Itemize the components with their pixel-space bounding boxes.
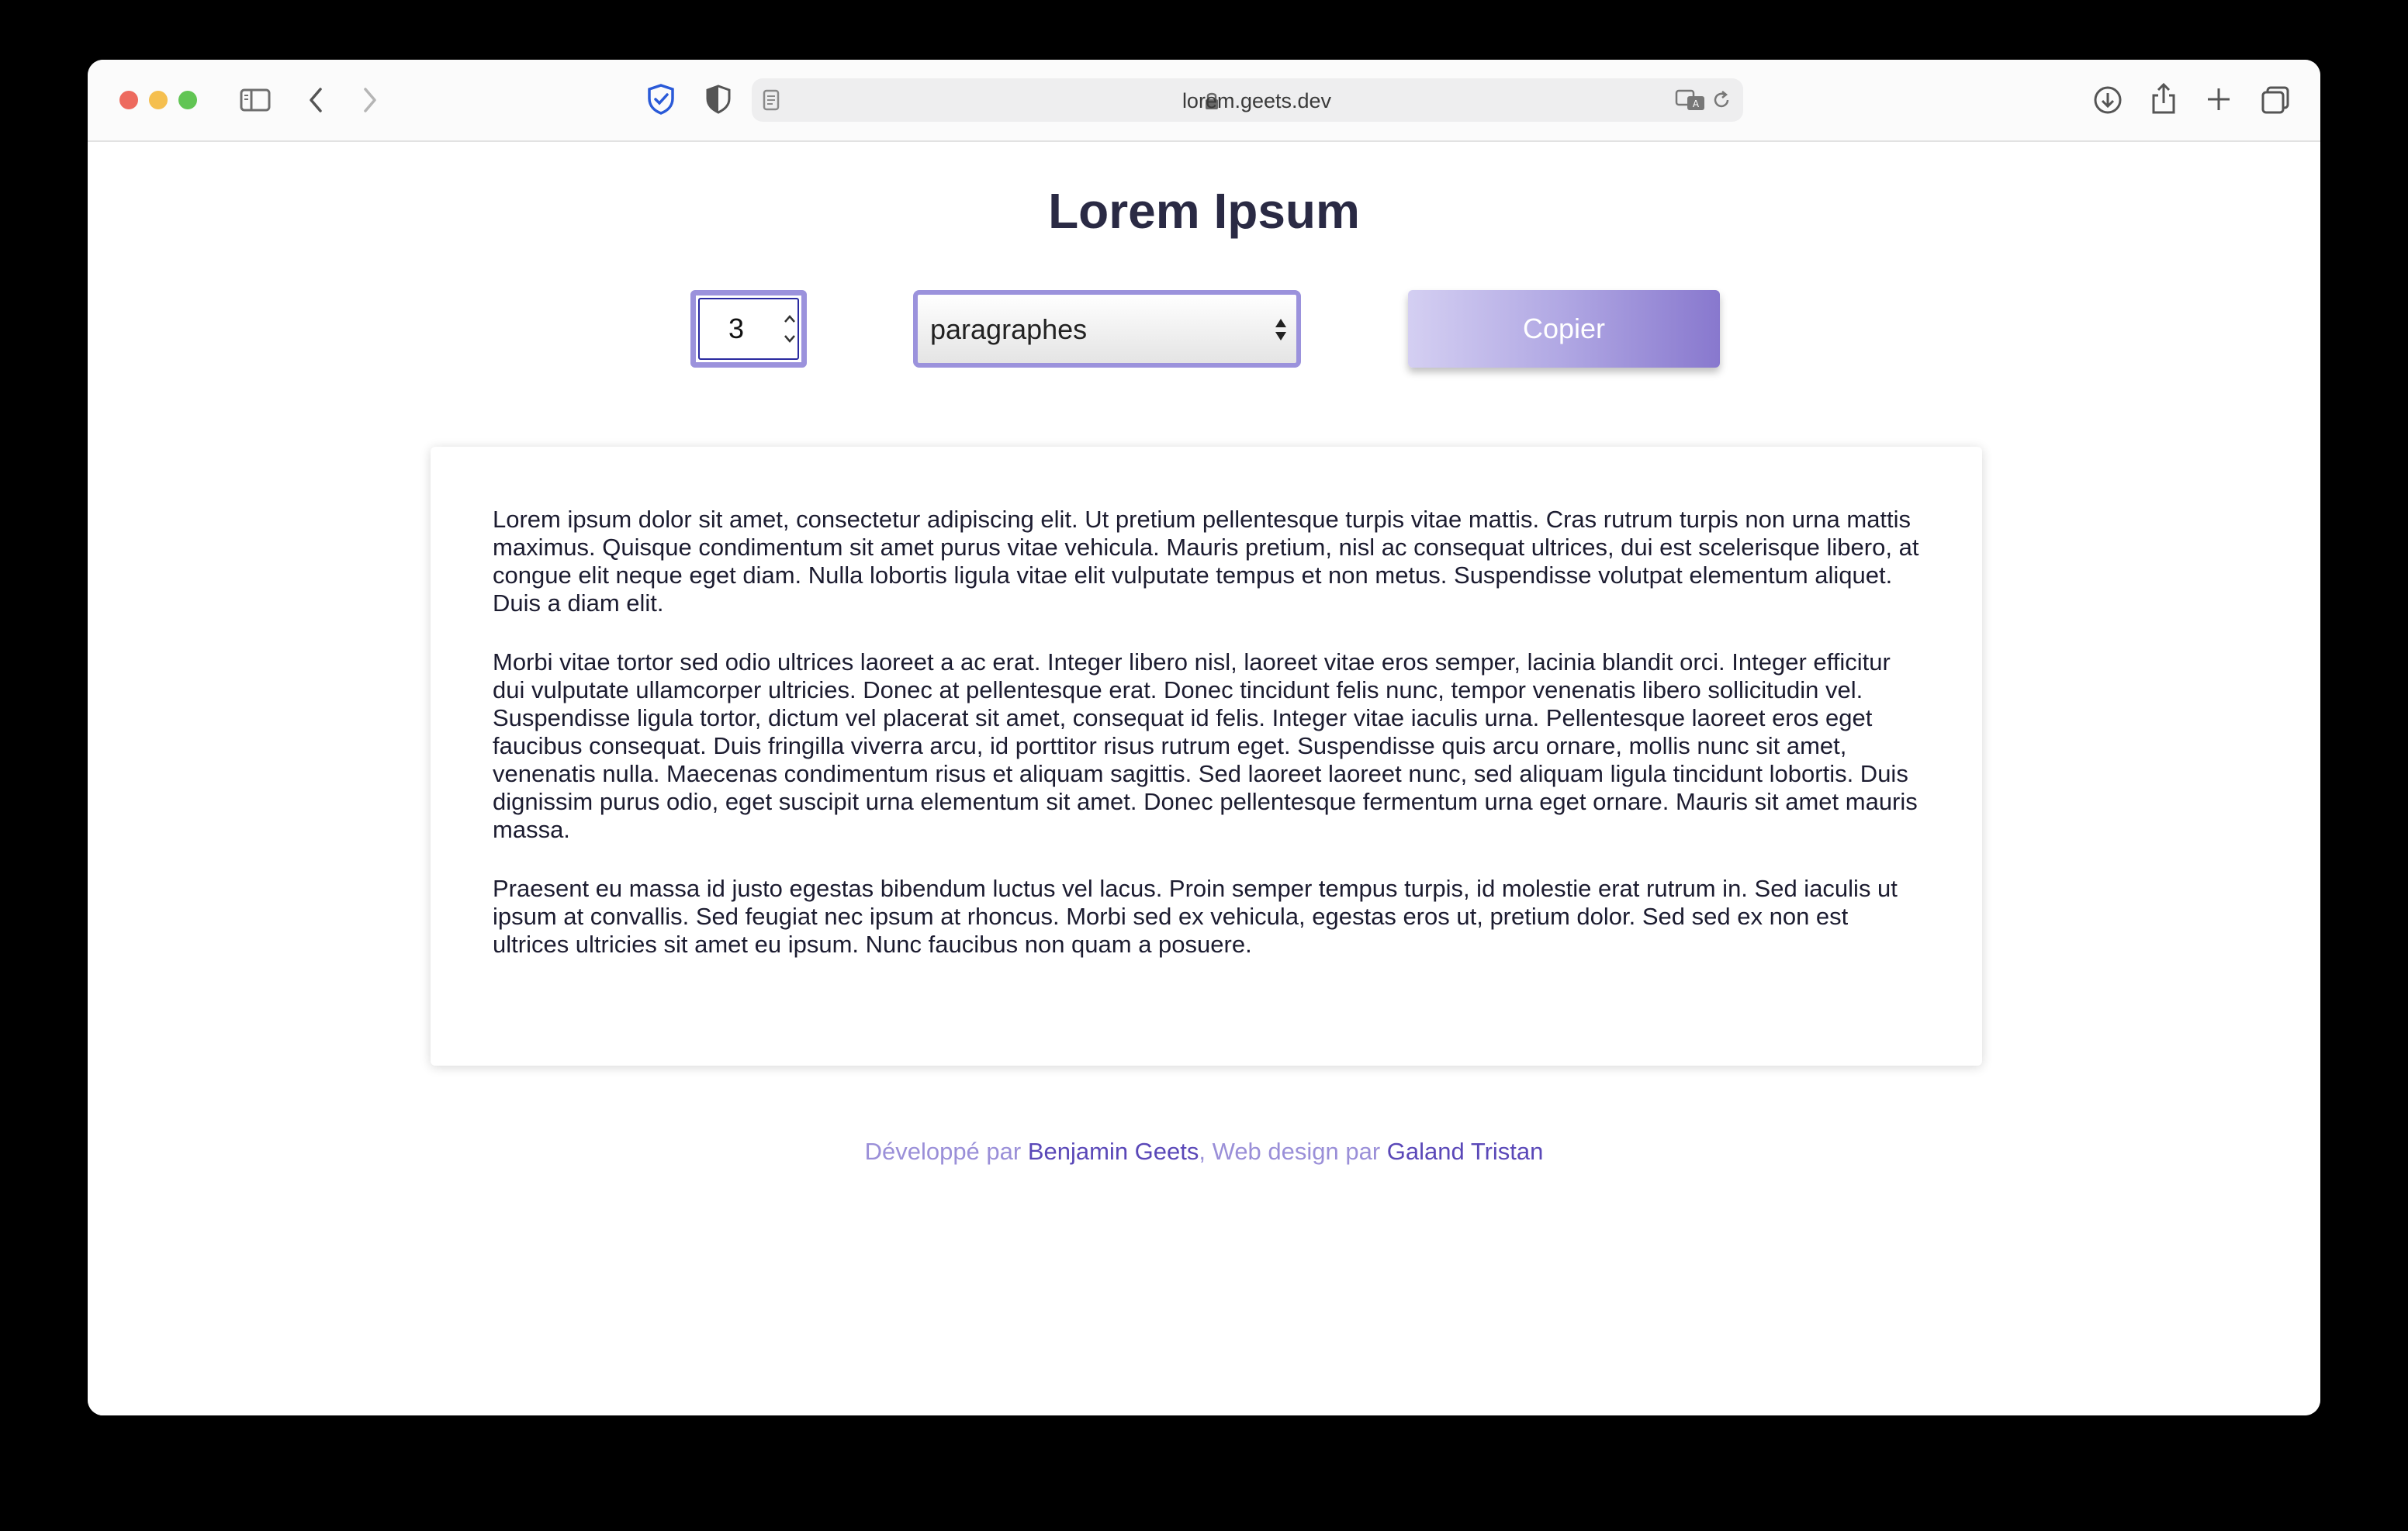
paragraph-2: Morbi vitae tortor sed odio ultrices lao… bbox=[493, 648, 1918, 843]
unit-select-value: paragraphes bbox=[930, 313, 1088, 345]
designer-link[interactable]: Galand Tristan bbox=[1387, 1138, 1544, 1165]
zoom-window-button[interactable] bbox=[178, 91, 197, 109]
page-title: Lorem Ipsum bbox=[1048, 183, 1360, 239]
developer-link[interactable]: Benjamin Geets bbox=[1028, 1138, 1199, 1165]
close-window-button[interactable] bbox=[119, 91, 138, 109]
paragraph-1: Lorem ipsum dolor sit amet, consectetur … bbox=[493, 506, 1919, 617]
svg-text:A: A bbox=[1693, 98, 1700, 109]
url-text: lorem.geets.dev bbox=[1182, 89, 1332, 112]
address-bar[interactable]: lorem.geets.dev A bbox=[752, 78, 1743, 122]
download-icon[interactable] bbox=[2092, 85, 2123, 116]
share-icon[interactable] bbox=[2150, 81, 2178, 116]
footer-dev-prefix: Développé par bbox=[864, 1138, 1028, 1165]
sidebar-icon[interactable] bbox=[240, 88, 271, 112]
forward-icon[interactable] bbox=[361, 86, 379, 114]
tabs-overview-icon[interactable] bbox=[2260, 85, 2291, 116]
footer-design-prefix: , Web design par bbox=[1199, 1138, 1387, 1165]
unit-select[interactable]: paragraphes bbox=[913, 290, 1301, 368]
lorem-output-card: Lorem ipsum dolor sit amet, consectetur … bbox=[431, 447, 1982, 1066]
paragraph-3: Praesent eu massa id justo egestas biben… bbox=[493, 875, 1898, 958]
chevron-updown-icon bbox=[1275, 319, 1286, 340]
page-content: Lorem Ipsum 3 paragraphes Copier Lorem i… bbox=[88, 142, 2320, 1415]
browser-toolbar: lorem.geets.dev A bbox=[88, 60, 2320, 142]
browser-window: lorem.geets.dev A Lorem Ipsum 3 paragrap… bbox=[88, 60, 2320, 1415]
footer-credits: Développé par Benjamin Geets, Web design… bbox=[88, 1138, 2320, 1166]
reload-icon[interactable] bbox=[1711, 89, 1732, 111]
count-input[interactable]: 3 bbox=[690, 290, 807, 368]
copy-button[interactable]: Copier bbox=[1408, 290, 1720, 368]
count-value: 3 bbox=[728, 313, 745, 344]
translate-icon[interactable]: A bbox=[1675, 88, 1706, 112]
back-icon[interactable] bbox=[306, 86, 325, 114]
shield-half-icon[interactable] bbox=[705, 84, 732, 115]
privacy-shield-icon[interactable] bbox=[646, 83, 676, 116]
minimize-window-button[interactable] bbox=[149, 91, 168, 109]
new-tab-icon[interactable] bbox=[2206, 86, 2232, 112]
stepper-icon[interactable] bbox=[781, 309, 798, 350]
